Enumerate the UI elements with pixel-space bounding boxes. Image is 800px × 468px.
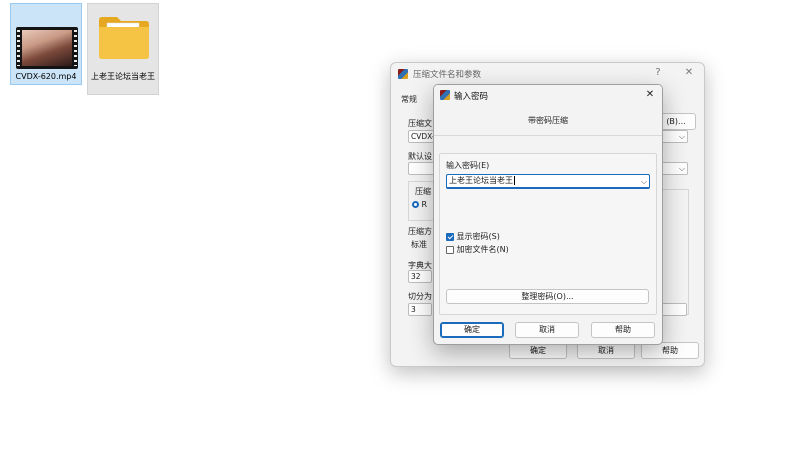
checkbox-unchecked-icon [446, 245, 454, 254]
split-volume-label: 切分为 [408, 292, 432, 301]
parameters-field[interactable] [659, 303, 687, 316]
organize-passwords-button[interactable]: 整理密码(O)... [446, 289, 649, 304]
compression-method-value[interactable]: 标准 [411, 239, 427, 250]
desktop-icon-video[interactable]: CVDX-620.mp4 [10, 3, 82, 85]
archive-format-label: 压缩 [415, 187, 431, 196]
dialog-title: 输入密码 [454, 92, 489, 102]
checkbox-checked-icon [446, 232, 454, 241]
desktop-icon-label: 上老王论坛当老王 [91, 72, 155, 81]
compression-method-label: 压缩方 [408, 227, 432, 236]
show-password-checkbox[interactable]: 显示密码(S) [446, 231, 500, 242]
format-radio[interactable]: R [412, 200, 427, 209]
title-bar: 输入密码 ✕ [434, 85, 662, 107]
divider [434, 135, 662, 136]
text-cursor [514, 176, 515, 185]
password-dialog: 输入密码 ✕ 带密码压缩 输入密码(E) 上老王论坛当老王 ⌵ 显示密码(S) … [433, 84, 663, 345]
winrar-app-icon [398, 69, 408, 79]
video-thumbnail [16, 27, 78, 69]
chevron-down-icon[interactable]: ⌵ [641, 176, 647, 188]
options-group [659, 189, 689, 315]
tab-general[interactable]: 常规 [401, 94, 417, 105]
chevron-down-icon[interactable]: ⌵ [679, 131, 685, 142]
radio-selected-icon [412, 201, 419, 208]
help-icon[interactable]: ? [650, 66, 666, 80]
archive-name-label: 压缩文 [408, 119, 432, 128]
close-icon[interactable]: ✕ [642, 88, 658, 102]
desktop-icon-label: CVDX-620.mp4 [15, 72, 77, 81]
archive-format-group: 压缩 R [408, 181, 433, 221]
encrypt-file-names-checkbox[interactable]: 加密文件名(N) [446, 244, 509, 255]
desktop-icon-folder[interactable]: 上老王论坛当老王 [87, 3, 159, 95]
dictionary-size-field[interactable]: 32 [408, 270, 432, 283]
encrypt-file-names-label: 加密文件名(N) [456, 245, 509, 254]
close-icon[interactable]: ✕ [681, 66, 697, 80]
dictionary-size-value: 32 [411, 272, 421, 281]
format-radio-label: R [421, 200, 428, 209]
title-bar: 压缩文件名和参数 ? ✕ [391, 63, 704, 85]
password-group: 输入密码(E) 上老王论坛当老王 ⌵ 显示密码(S) 加密文件名(N) 整理密码… [439, 153, 657, 315]
show-password-label: 显示密码(S) [456, 232, 500, 241]
password-value: 上老王论坛当老王 [449, 176, 513, 185]
help-button[interactable]: 帮助 [591, 322, 655, 338]
chevron-down-icon[interactable]: ⌵ [679, 163, 685, 174]
folder-icon [99, 17, 149, 59]
cancel-button[interactable]: 取消 [515, 322, 579, 338]
password-heading: 带密码压缩 [528, 116, 568, 125]
winrar-app-icon [440, 90, 450, 100]
split-volume-field[interactable]: 3 [408, 303, 432, 316]
dialog-title: 压缩文件名和参数 [413, 70, 482, 80]
password-label: 输入密码(E) [446, 161, 490, 170]
ok-button[interactable]: 确定 [440, 322, 504, 338]
password-input[interactable]: 上老王论坛当老王 ⌵ [446, 174, 650, 189]
default-profile-label: 默认设 [408, 152, 432, 161]
split-volume-value: 3 [411, 305, 416, 314]
